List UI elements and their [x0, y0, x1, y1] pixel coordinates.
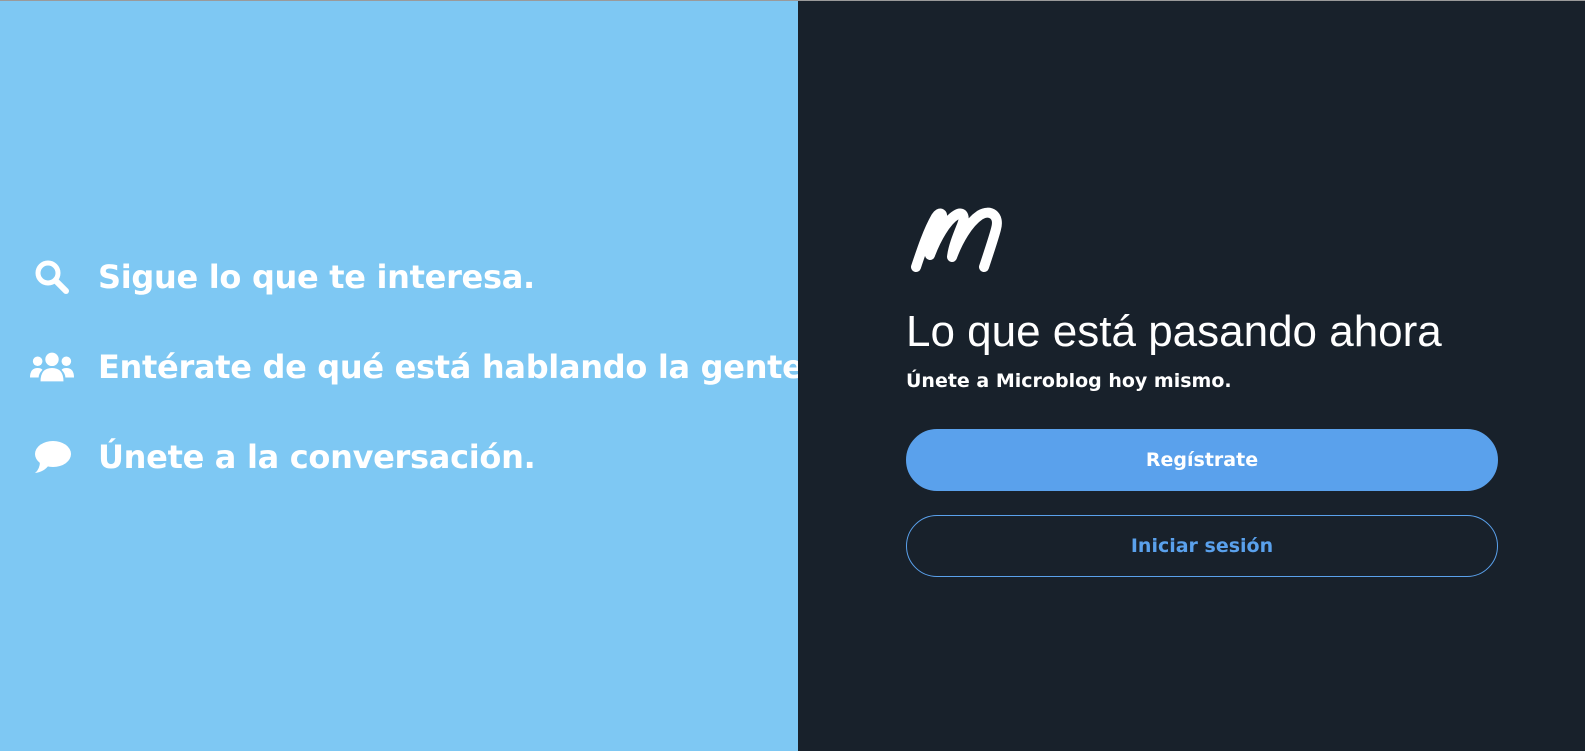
- page-subtitle: Únete a Microblog hoy mismo.: [906, 370, 1232, 392]
- search-icon: [30, 257, 74, 297]
- feature-join-conversation: Únete a la conversación.: [30, 437, 536, 477]
- feature-follow-interests: Sigue lo que te interesa.: [30, 257, 535, 297]
- login-button[interactable]: Iniciar sesión: [906, 515, 1498, 577]
- page-title: Lo que está pasando ahora: [906, 307, 1442, 356]
- users-icon: [30, 347, 74, 387]
- signup-panel: Lo que está pasando ahora Únete a Microb…: [798, 1, 1585, 751]
- microblog-logo-icon: [906, 201, 1014, 277]
- feature-text: Sigue lo que te interesa.: [98, 258, 535, 296]
- feature-text: Entérate de qué está hablando la gente.: [98, 348, 816, 386]
- comment-icon: [30, 437, 74, 477]
- landing-page: Sigue lo que te interesa. Entérate de qu…: [0, 0, 1585, 751]
- feature-what-people-talk: Entérate de qué está hablando la gente.: [30, 347, 816, 387]
- features-panel: Sigue lo que te interesa. Entérate de qu…: [0, 1, 816, 751]
- feature-text: Únete a la conversación.: [98, 438, 536, 476]
- register-button[interactable]: Regístrate: [906, 429, 1498, 491]
